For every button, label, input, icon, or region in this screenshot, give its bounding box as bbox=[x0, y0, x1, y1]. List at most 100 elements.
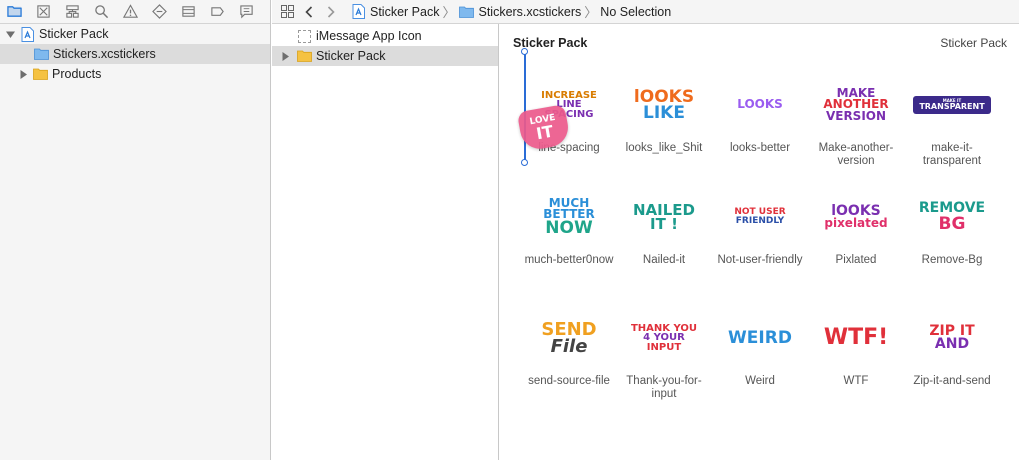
sticker-image: WTF! bbox=[808, 306, 904, 370]
symbol-icon[interactable] bbox=[62, 2, 82, 22]
tree-row-project[interactable]: Sticker Pack bbox=[0, 24, 270, 44]
asset-row-app-icon[interactable]: iMessage App Icon bbox=[272, 26, 498, 46]
sticker-image: lOOKS pixelated bbox=[808, 185, 904, 249]
search-icon[interactable] bbox=[91, 2, 111, 22]
sticker-label: much-better0now bbox=[524, 254, 614, 266]
drop-indicator-top-icon bbox=[521, 48, 528, 55]
tree-row-stickers[interactable]: Stickers.xcstickers bbox=[0, 44, 270, 64]
sticker-art-text: VERSION bbox=[825, 108, 887, 123]
sticker-cell[interactable]: LOOKS looks-better bbox=[712, 73, 808, 155]
sticker-art-text: AND bbox=[934, 336, 970, 352]
debug-icon[interactable] bbox=[178, 2, 198, 22]
sticker-label: looks-better bbox=[729, 142, 791, 154]
sticker-label: Nailed-it bbox=[642, 254, 686, 266]
app-icon-placeholder-icon bbox=[298, 29, 311, 43]
sticker-label: Not-user-friendly bbox=[717, 254, 803, 266]
folder-icon bbox=[32, 67, 48, 81]
sticker-image: SEND File bbox=[521, 306, 617, 370]
asset-label: Sticker Pack bbox=[316, 49, 386, 63]
xcode-window: Sticker Pack Stickers.xcstickers Product… bbox=[0, 0, 1019, 460]
sticker-image: NOT USER FRIENDLY bbox=[712, 185, 808, 249]
sticker-cell[interactable]: MUCH BETTER NOW much-better0now bbox=[521, 185, 617, 267]
sticker-image: MAKE IT TRANSPARENT bbox=[904, 73, 1000, 137]
folder-icon bbox=[458, 5, 474, 19]
asset-label: iMessage App Icon bbox=[316, 29, 422, 43]
sticker-image: THANK YOU 4 YOUR INPUT bbox=[616, 306, 712, 370]
grid-icon[interactable] bbox=[276, 2, 298, 22]
breadcrumb-label: No Selection bbox=[600, 4, 672, 19]
sticker-label: Weird bbox=[745, 375, 775, 387]
sticker-art-text: TRANSPARENT bbox=[919, 102, 985, 112]
sticker-cell[interactable]: NOT USER FRIENDLY Not-user-friendly bbox=[712, 185, 808, 267]
forward-chevron-icon[interactable] bbox=[320, 2, 342, 22]
file-label: Stickers.xcstickers bbox=[53, 47, 156, 61]
sticker-cell[interactable]: WEIRD Weird bbox=[712, 306, 808, 388]
sticker-cell[interactable]: THANK YOU 4 YOUR INPUT Thank-you-for-inp… bbox=[616, 306, 712, 401]
breadcrumb-separator-icon: 〉 bbox=[584, 5, 598, 20]
xcode-project-icon bbox=[350, 4, 366, 19]
breadcrumb-project[interactable]: Sticker Pack bbox=[350, 4, 440, 19]
sticker-cell[interactable]: lOOKS LIKE looks_like_Shit bbox=[616, 73, 712, 155]
sticker-image: LOOKS bbox=[712, 73, 808, 137]
sticker-cell[interactable]: SEND File send-source-file bbox=[521, 306, 617, 388]
project-name-label: Sticker Pack bbox=[39, 27, 109, 41]
breadcrumb-stickers[interactable]: Stickers.xcstickers bbox=[458, 5, 581, 19]
sticker-label: WTF bbox=[843, 375, 869, 387]
sticker-image: MAKE ANOTHER VERSION bbox=[808, 73, 904, 137]
sticker-label: Zip-it-and-send bbox=[913, 375, 991, 387]
sticker-art-text: FRIENDLY bbox=[735, 216, 785, 226]
drop-insertion-line bbox=[524, 52, 526, 163]
sticker-label: Thank-you-for-input bbox=[626, 375, 702, 400]
tree-row-products[interactable]: Products bbox=[0, 64, 270, 84]
drop-indicator-bottom-icon bbox=[521, 159, 528, 166]
sticker-label: looks_like_Shit bbox=[625, 142, 703, 154]
asset-row-sticker-pack[interactable]: Sticker Pack bbox=[272, 46, 498, 66]
sticker-art-text: LOOKS bbox=[737, 97, 783, 112]
sticker-pack-editor: Sticker Pack Sticker Pack INCREASE LINE … bbox=[500, 25, 1019, 460]
sticker-cell[interactable]: WTF! WTF bbox=[808, 306, 904, 388]
sticker-label: Pixlated bbox=[835, 254, 877, 266]
sticker-cell[interactable]: NAILED IT ! Nailed-it bbox=[616, 185, 712, 267]
sticker-cell[interactable]: MAKE IT TRANSPARENT make-it-transparent bbox=[904, 73, 1000, 168]
project-navigator: Sticker Pack Stickers.xcstickers Product… bbox=[0, 0, 271, 460]
folder-icon bbox=[296, 49, 312, 63]
sticker-label: send-source-file bbox=[528, 375, 610, 387]
sticker-image: REMOVE BG bbox=[904, 185, 1000, 249]
disclosure-closed-icon[interactable] bbox=[17, 68, 29, 80]
test-icon[interactable] bbox=[149, 2, 169, 22]
sticker-art-text: NOW bbox=[545, 218, 593, 239]
sticker-cell[interactable]: ZIP IT AND Zip-it-and-send bbox=[904, 306, 1000, 388]
disclosure-open-icon[interactable] bbox=[4, 28, 16, 40]
breadcrumb-label: Sticker Pack bbox=[370, 4, 440, 19]
folder-icon[interactable] bbox=[4, 2, 24, 22]
sticker-image: lOOKS LIKE bbox=[616, 73, 712, 137]
back-chevron-icon[interactable] bbox=[298, 2, 320, 22]
sticker-label: Make-another-version bbox=[818, 142, 894, 167]
report-icon[interactable] bbox=[236, 2, 256, 22]
breakpoint-icon[interactable] bbox=[207, 2, 227, 22]
sticker-art-text: BG bbox=[938, 213, 966, 234]
breadcrumb-label: Stickers.xcstickers bbox=[478, 4, 582, 19]
source-control-icon[interactable] bbox=[33, 2, 53, 22]
sticker-cell[interactable]: lOOKS pixelated Pixlated bbox=[808, 185, 904, 267]
breadcrumb-selection[interactable]: No Selection bbox=[600, 5, 671, 19]
sticker-cell[interactable]: REMOVE BG Remove-Bg bbox=[904, 185, 1000, 267]
asset-list: iMessage App Icon Sticker Pack bbox=[272, 24, 499, 460]
warning-icon[interactable] bbox=[120, 2, 140, 22]
file-label: Products bbox=[52, 67, 102, 81]
breadcrumb-separator-icon: 〉 bbox=[442, 5, 456, 20]
sticker-label: make-it-transparent bbox=[922, 142, 982, 167]
sticker-image: NAILED IT ! bbox=[616, 185, 712, 249]
sticker-art-text: WEIRD bbox=[728, 327, 792, 348]
dragged-sticker-text: IT bbox=[534, 121, 555, 143]
sticker-cell[interactable]: MAKE ANOTHER VERSION Make-another-versio… bbox=[808, 73, 904, 168]
folder-icon bbox=[33, 47, 49, 61]
sticker-art-text: IT ! bbox=[650, 215, 678, 233]
sticker-art-text: INPUT bbox=[646, 341, 682, 353]
disclosure-closed-icon[interactable] bbox=[279, 50, 291, 62]
sticker-art-text: pixelated bbox=[824, 215, 888, 230]
jump-bar: Sticker Pack 〉 Stickers.xcstickers 〉 No … bbox=[272, 0, 1019, 24]
sticker-image: WEIRD bbox=[712, 306, 808, 370]
sticker-art-text: WTF! bbox=[823, 324, 889, 350]
sticker-art-text: LIKE bbox=[643, 103, 685, 123]
